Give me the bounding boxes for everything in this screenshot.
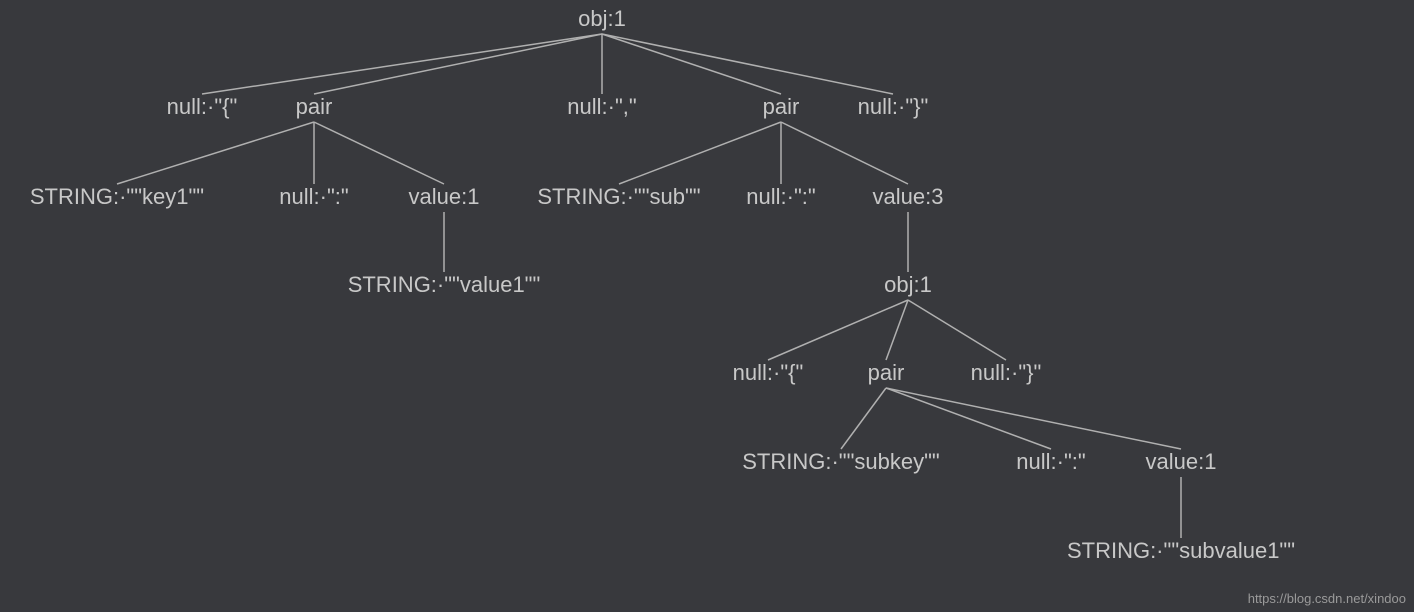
tree-edge	[202, 34, 602, 94]
tree-node-colon2: null:·":"	[746, 184, 815, 209]
tree-edge	[768, 300, 908, 360]
tree-edge	[117, 122, 314, 184]
tree-node-subkey: STRING:·""subkey""	[742, 449, 940, 474]
parse-tree-diagram: obj:1 null:·"{" pair null:·"," pair null:·"}"…	[0, 0, 1414, 612]
tree-edge	[781, 122, 908, 184]
tree-node-key1: STRING:·""key1""	[30, 184, 204, 209]
tree-node-obj2: obj:1	[884, 272, 932, 297]
tree-edge	[314, 122, 444, 184]
tree-edge	[841, 388, 886, 449]
tree-node-sub: STRING:·""sub""	[537, 184, 700, 209]
tree-node-value1str: STRING:·""value1""	[348, 272, 541, 297]
tree-edge	[314, 34, 602, 94]
tree-node-colon1: null:·":"	[279, 184, 348, 209]
tree-edge	[602, 34, 781, 94]
tree-node-subvalue: STRING:·""subvalue1""	[1067, 538, 1295, 563]
tree-node-valueB1: value:1	[1146, 449, 1217, 474]
tree-edge	[619, 122, 781, 184]
tree-node-rbrace2: null:·"}"	[971, 360, 1042, 385]
tree-node-pair1: pair	[296, 94, 333, 119]
tree-node-value1: value:1	[409, 184, 480, 209]
tree-node-pair2: pair	[763, 94, 800, 119]
tree-edge	[602, 34, 893, 94]
tree-edge	[886, 388, 1181, 449]
tree-node-colon3: null:·":"	[1016, 449, 1085, 474]
tree-node-rbrace1: null:·"}"	[858, 94, 929, 119]
tree-node-pair3: pair	[868, 360, 905, 385]
tree-node-comma1: null:·","	[567, 94, 636, 119]
tree-node-value3: value:3	[873, 184, 944, 209]
tree-node-lbrace1: null:·"{"	[167, 94, 238, 119]
watermark: https://blog.csdn.net/xindoo	[1248, 591, 1406, 606]
tree-node-lbrace2: null:·"{"	[733, 360, 804, 385]
tree-edge	[908, 300, 1006, 360]
tree-edge	[886, 388, 1051, 449]
tree-edge	[886, 300, 908, 360]
tree-node-root: obj:1	[578, 6, 626, 31]
